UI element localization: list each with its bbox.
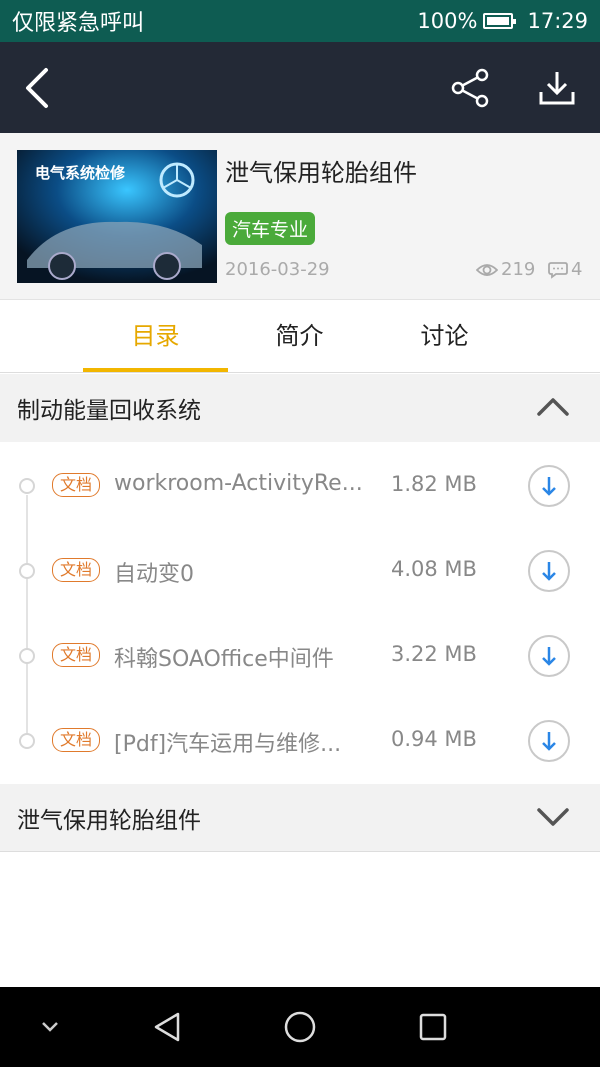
section-title: 泄气保用轮胎组件: [17, 807, 201, 834]
circle-home-icon: [284, 1011, 316, 1043]
doc-badge: 文档: [52, 558, 101, 582]
app-bar: [0, 42, 600, 133]
arrow-down-icon: [542, 647, 556, 666]
battery-icon: [483, 13, 517, 29]
file-name: 科翰SOAOffice中间件: [114, 647, 334, 672]
arrow-down-icon: [542, 562, 556, 581]
chevron-up-icon: [537, 398, 569, 416]
list-item[interactable]: 文档 自动变0 4.08 MB: [0, 528, 600, 613]
tab-discussion[interactable]: 讨论: [372, 301, 517, 373]
chevron-down-icon: [42, 1022, 58, 1032]
tab-intro[interactable]: 简介: [227, 301, 372, 373]
back-button[interactable]: [2, 42, 72, 133]
share-button[interactable]: [435, 42, 505, 133]
doc-badge: 文档: [52, 728, 101, 752]
system-nav-bar: [0, 987, 600, 1067]
nav-recents-button[interactable]: [393, 987, 473, 1067]
file-list: 文档 workroom-ActivityRe... 1.82 MB 文档 自动变…: [0, 443, 600, 783]
course-tag: 汽车专业: [225, 212, 316, 245]
list-item[interactable]: 文档 workroom-ActivityRe... 1.82 MB: [0, 443, 600, 528]
file-name: [Pdf]汽车运用与维修...: [114, 732, 342, 757]
list-item[interactable]: 文档 [Pdf]汽车运用与维修... 0.94 MB: [0, 698, 600, 783]
nav-collapse-button[interactable]: [10, 987, 90, 1067]
file-size: 0.94 MB: [391, 727, 477, 751]
tab-bar: 目录 简介 讨论: [0, 301, 600, 373]
triangle-back-icon: [154, 1012, 180, 1042]
file-download-button[interactable]: [528, 465, 570, 507]
thumbnail-text: 电气系统检修: [35, 164, 126, 182]
list-item[interactable]: 文档 科翰SOAOffice中间件 3.22 MB: [0, 613, 600, 698]
course-date: 2016-03-29: [225, 259, 330, 280]
section-title: 制动能量回收系统: [17, 398, 201, 424]
file-name: 自动变0: [114, 562, 194, 587]
share-icon: [451, 68, 489, 107]
course-header: 电气系统检修 泄气保用轮胎组件 汽车专业 2016-03-29 219 4: [0, 133, 600, 300]
file-size: 3.22 MB: [391, 642, 477, 666]
timeline-dot: [19, 733, 35, 749]
file-name: workroom-ActivityRe...: [114, 471, 363, 496]
status-right: 100% 17:29: [417, 9, 588, 33]
file-size: 4.08 MB: [391, 557, 477, 581]
comment-count: 4: [548, 259, 582, 280]
course-title: 泄气保用轮胎组件: [225, 159, 417, 187]
file-download-button[interactable]: [528, 550, 570, 592]
view-count-value: 219: [501, 259, 536, 280]
file-download-button[interactable]: [528, 720, 570, 762]
arrow-down-icon: [542, 732, 556, 751]
nav-back-button[interactable]: [127, 987, 207, 1067]
square-recents-icon: [419, 1013, 447, 1041]
download-button[interactable]: [522, 42, 592, 133]
timeline-dot: [19, 563, 35, 579]
file-size: 1.82 MB: [391, 472, 477, 496]
timeline-dot: [19, 648, 35, 664]
doc-badge: 文档: [52, 643, 101, 667]
doc-badge: 文档: [52, 473, 101, 497]
section-header-tire[interactable]: 泄气保用轮胎组件: [0, 784, 600, 852]
comment-icon: [548, 261, 568, 279]
battery-percent: 100%: [417, 9, 478, 33]
arrow-down-icon: [542, 477, 556, 496]
course-thumbnail: 电气系统检修: [17, 150, 217, 283]
chevron-down-icon: [537, 808, 569, 826]
chevron-left-icon: [26, 67, 48, 108]
tab-indicator: [83, 368, 228, 372]
comment-count-value: 4: [571, 259, 583, 280]
download-icon: [539, 71, 575, 104]
eye-icon: [476, 263, 498, 276]
view-count: 219: [476, 259, 535, 280]
status-bar: 仅限紧急呼叫 100% 17:29: [0, 0, 600, 42]
clock: 17:29: [527, 9, 588, 33]
timeline-dot: [19, 478, 35, 494]
section-header-braking[interactable]: 制动能量回收系统: [0, 374, 600, 442]
carrier-text: 仅限紧急呼叫: [12, 11, 145, 36]
file-download-button[interactable]: [528, 635, 570, 677]
tab-catalog[interactable]: 目录: [83, 301, 228, 373]
nav-home-button[interactable]: [260, 987, 340, 1067]
